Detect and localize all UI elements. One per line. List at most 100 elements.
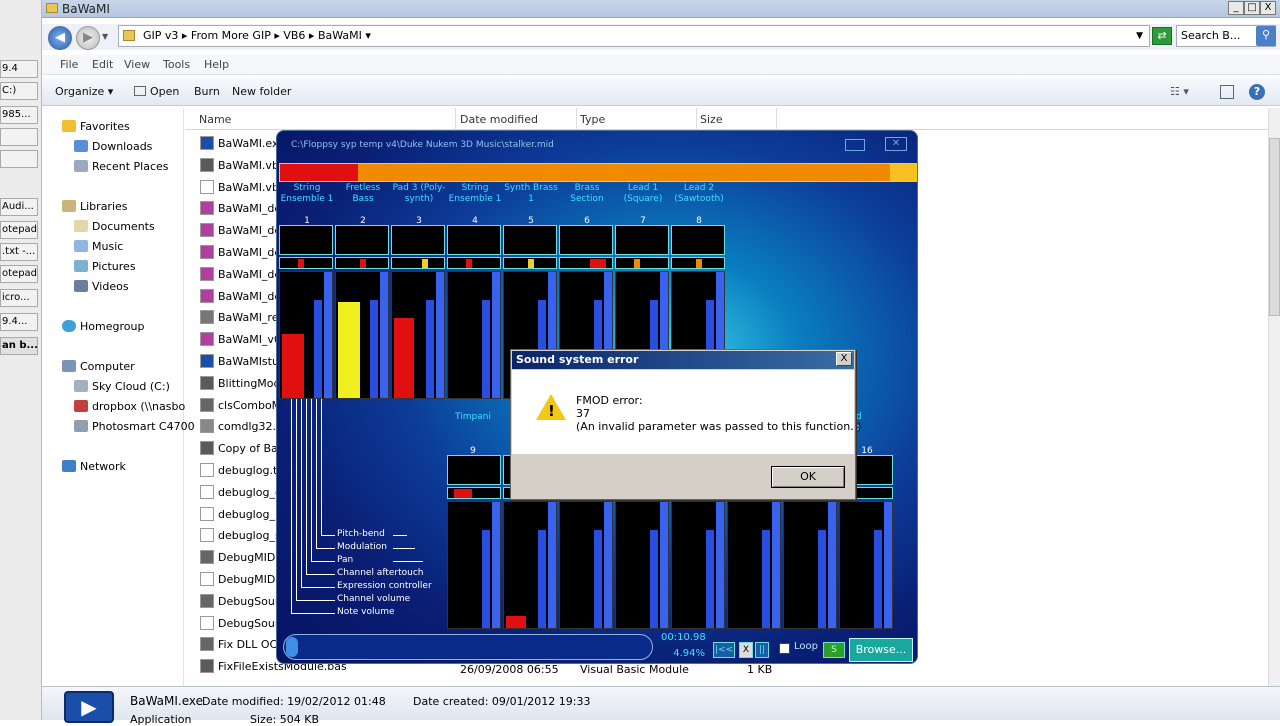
nav-downloads[interactable]: Downloads bbox=[74, 140, 152, 153]
channel-1-note-box[interactable] bbox=[279, 225, 333, 255]
taskbar-item[interactable]: icro... bbox=[0, 289, 38, 307]
file-icon bbox=[200, 310, 214, 325]
maximize-button[interactable]: □ bbox=[1244, 1, 1260, 15]
playback-position-knob[interactable] bbox=[286, 637, 298, 657]
taskbar-item[interactable] bbox=[0, 150, 38, 168]
taskbar-item-active[interactable]: an b... bbox=[0, 337, 38, 355]
recent-pages-chevron-icon[interactable]: ▼ bbox=[102, 32, 108, 41]
pan-marker bbox=[454, 489, 472, 498]
menu-edit[interactable]: Edit bbox=[92, 58, 113, 71]
nav-sky-cloud[interactable]: Sky Cloud (C:) bbox=[74, 380, 170, 393]
nav-dropbox[interactable]: dropbox (\\nasbo bbox=[74, 400, 185, 413]
playback-position-slider[interactable] bbox=[283, 634, 653, 660]
nav-favorites[interactable]: Favorites bbox=[62, 120, 130, 133]
application-icon: ▶ bbox=[64, 691, 114, 723]
legend-connector bbox=[301, 399, 302, 587]
taskbar-item[interactable]: otepad bbox=[0, 221, 38, 239]
channel-3-note-box[interactable] bbox=[391, 225, 445, 255]
organize-button[interactable]: Organize ▾ bbox=[55, 85, 113, 98]
nav-documents[interactable]: Documents bbox=[74, 220, 155, 233]
nav-photosmart[interactable]: Photosmart C4700 bbox=[74, 420, 195, 433]
open-icon bbox=[134, 86, 146, 96]
channel-4-note-box[interactable] bbox=[447, 225, 501, 255]
song-progress-bar[interactable] bbox=[279, 163, 917, 182]
column-type[interactable]: Type bbox=[580, 113, 605, 126]
open-button[interactable]: Open bbox=[134, 85, 179, 98]
taskbar-item[interactable] bbox=[0, 128, 38, 146]
channel-2-note-box[interactable] bbox=[335, 225, 389, 255]
menu-help[interactable]: Help bbox=[204, 58, 229, 71]
address-row: ◀ ▶ ▼ GIP v3 ▸ From More GIP ▸ VB6 ▸ BaW… bbox=[42, 24, 1280, 50]
channel-8-note-box[interactable] bbox=[671, 225, 725, 255]
file-icon bbox=[200, 136, 214, 150]
column-name[interactable]: Name bbox=[199, 113, 231, 126]
menu-view[interactable]: View bbox=[124, 58, 150, 71]
channel-13-meter bbox=[671, 501, 725, 629]
taskbar-item[interactable]: .txt -... bbox=[0, 243, 38, 261]
menu-tools[interactable]: Tools bbox=[163, 58, 190, 71]
vertical-scrollbar[interactable] bbox=[1268, 108, 1280, 686]
legend-connector bbox=[306, 574, 335, 575]
breadcrumb-bawami[interactable]: BaWaMI bbox=[318, 29, 362, 42]
nav-network[interactable]: Network bbox=[62, 460, 126, 473]
column-size[interactable]: Size bbox=[700, 113, 723, 126]
channel-16-meter bbox=[839, 501, 893, 629]
channel-1-pan-indicator bbox=[279, 257, 333, 269]
channel-5-note-box[interactable] bbox=[503, 225, 557, 255]
new-folder-button[interactable]: New folder bbox=[232, 85, 291, 98]
preview-pane-icon[interactable] bbox=[1220, 85, 1234, 99]
channel-9-pan-indicator bbox=[447, 487, 501, 499]
nav-libraries[interactable]: Libraries bbox=[62, 200, 128, 213]
burn-button[interactable]: Burn bbox=[194, 85, 220, 98]
pause-button[interactable]: || bbox=[755, 642, 769, 658]
help-icon[interactable]: ? bbox=[1249, 84, 1265, 100]
nav-music[interactable]: Music bbox=[74, 240, 123, 253]
taskbar-item[interactable]: C:) bbox=[0, 82, 38, 100]
file-name: BaWaMI_de bbox=[218, 202, 282, 216]
expression-bar bbox=[772, 502, 780, 628]
nav-pictures[interactable]: Pictures bbox=[74, 260, 136, 273]
loop-checkbox[interactable] bbox=[779, 643, 790, 654]
nav-recent-places[interactable]: Recent Places bbox=[74, 160, 169, 173]
scrollbar-thumb[interactable] bbox=[1269, 138, 1280, 316]
s-button[interactable]: S bbox=[823, 642, 845, 658]
taskbar-item[interactable]: otepad bbox=[0, 265, 38, 283]
channel-7-note-box[interactable] bbox=[615, 225, 669, 255]
channel-9-note-box[interactable] bbox=[447, 455, 501, 485]
column-date-modified[interactable]: Date modified bbox=[460, 113, 538, 126]
volume-bar bbox=[482, 530, 490, 628]
legend-connector bbox=[311, 561, 335, 562]
forward-button[interactable]: ▶ bbox=[76, 26, 100, 50]
breadcrumb-from-more-gip[interactable]: From More GIP bbox=[191, 29, 271, 42]
address-dropdown-icon[interactable]: ▼ bbox=[1136, 26, 1143, 46]
breadcrumb-gip-v3[interactable]: GIP v3 bbox=[143, 29, 178, 42]
close-icon[interactable]: ✕ bbox=[885, 137, 907, 151]
close-button[interactable]: X bbox=[1260, 1, 1276, 15]
view-options-icon[interactable]: ☷ ▾ bbox=[1170, 85, 1189, 98]
nav-computer[interactable]: Computer bbox=[62, 360, 135, 373]
channel-6-note-box[interactable] bbox=[559, 225, 613, 255]
nav-videos[interactable]: Videos bbox=[74, 280, 129, 293]
taskbar-item[interactable]: 985... bbox=[0, 106, 38, 124]
stop-button[interactable]: X bbox=[739, 642, 753, 658]
minimize-icon[interactable] bbox=[845, 139, 865, 151]
volume-bar bbox=[874, 530, 882, 628]
taskbar-item[interactable]: 9.4... bbox=[0, 313, 38, 331]
last-row-size: 1 KB bbox=[747, 663, 773, 676]
minimize-button[interactable]: _ bbox=[1228, 1, 1244, 15]
menu-file[interactable]: File bbox=[60, 58, 78, 71]
legend-expression-controller: Expression controller bbox=[337, 581, 432, 591]
ok-button[interactable]: OK bbox=[771, 466, 845, 488]
taskbar-item[interactable]: 9.4 bbox=[0, 60, 38, 78]
taskbar-item[interactable]: Audi... bbox=[0, 198, 38, 216]
search-icon[interactable]: ⚲ bbox=[1256, 26, 1276, 46]
address-bar[interactable]: GIP v3 ▸ From More GIP ▸ VB6 ▸ BaWaMI ▾ … bbox=[118, 25, 1150, 47]
browse-button[interactable]: Browse... bbox=[849, 638, 913, 662]
back-button[interactable]: ◀ bbox=[48, 26, 72, 50]
breadcrumb-vb6[interactable]: VB6 bbox=[283, 29, 305, 42]
nav-homegroup[interactable]: Homegroup bbox=[62, 320, 144, 333]
refresh-icon[interactable]: ⇄ bbox=[1152, 27, 1172, 45]
rewind-button[interactable]: |<< bbox=[713, 642, 735, 658]
expression-bar bbox=[492, 272, 500, 398]
dialog-close-button[interactable]: X bbox=[836, 352, 852, 366]
